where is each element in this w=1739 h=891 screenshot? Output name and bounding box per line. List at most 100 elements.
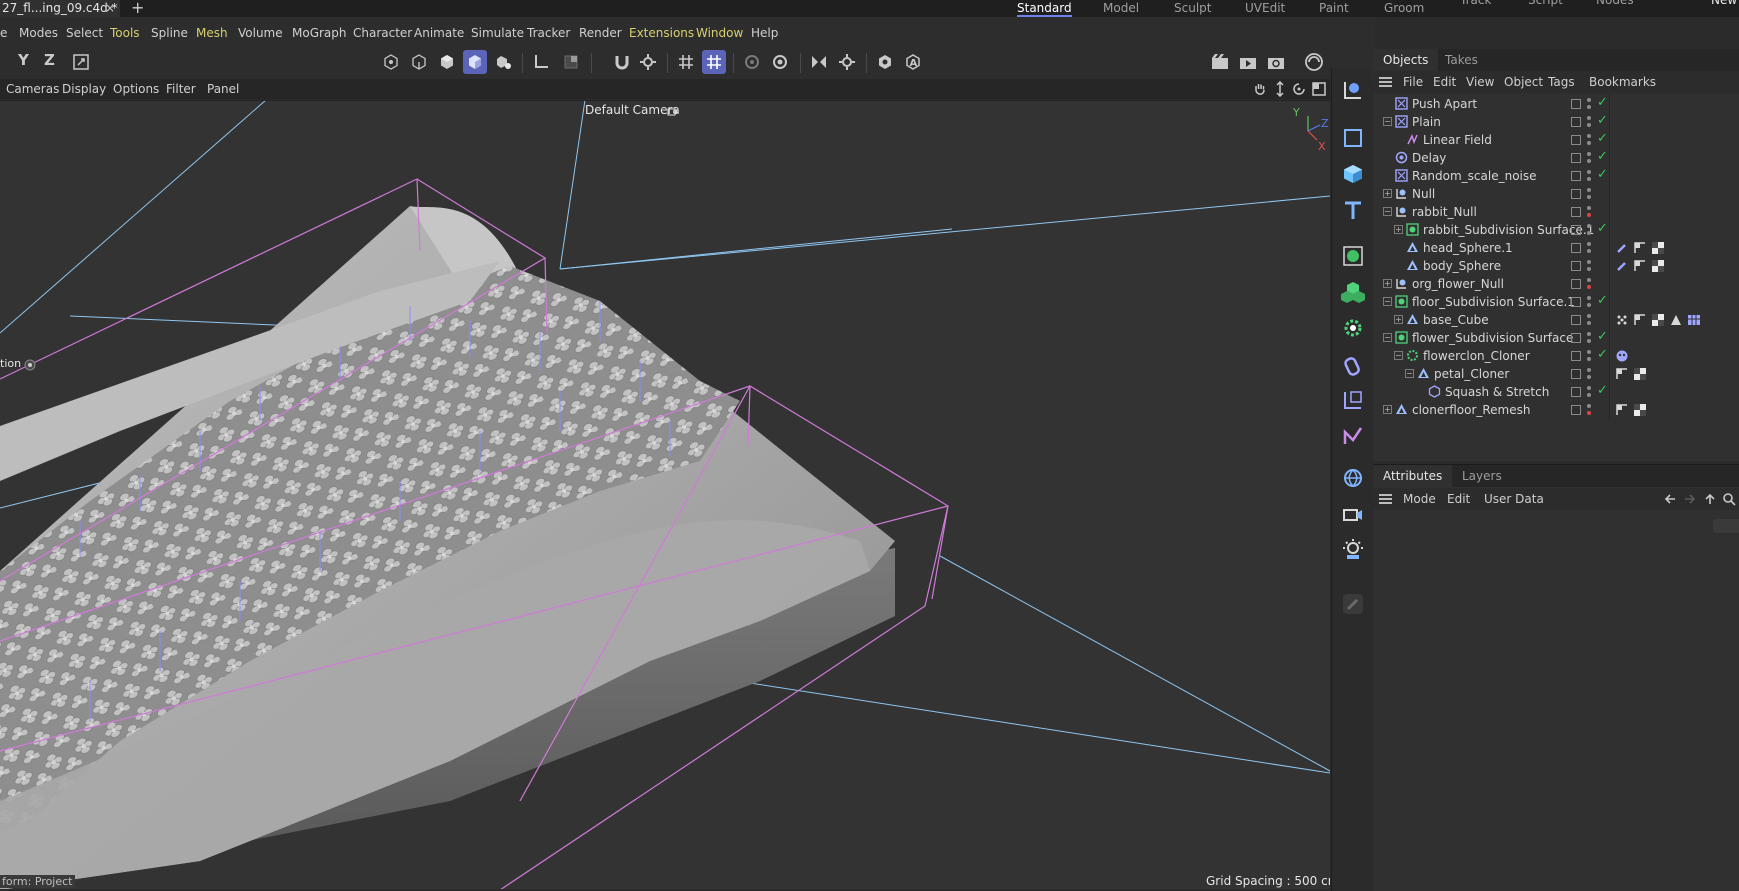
phong-tag-icon[interactable] [1634,314,1646,326]
material-tag-icon[interactable] [1652,242,1664,254]
expand-toggle-icon[interactable]: + [1383,405,1392,414]
tab-objects[interactable]: Objects [1373,49,1439,71]
close-tab-icon[interactable]: × [105,0,115,17]
add-tab-icon[interactable]: + [131,0,144,16]
menu-spline[interactable]: Spline [151,26,188,40]
viewport-menu-cameras[interactable]: Cameras [6,82,59,96]
material-tag-icon[interactable] [1634,404,1646,416]
expand-toggle-icon[interactable]: + [1394,225,1403,234]
polygons-mode-icon[interactable] [435,50,459,74]
object-name[interactable]: head_Sphere.1 [1423,241,1513,255]
editor-visibility-toggle[interactable] [1571,387,1581,397]
layout-tab-standard[interactable]: Standard [1017,0,1072,17]
enabled-check-icon[interactable]: ✓ [1597,95,1608,110]
edges-mode-icon[interactable] [407,50,431,74]
viewport-menu-filter[interactable]: Filter [166,82,196,96]
editor-visibility-toggle[interactable] [1571,117,1581,127]
object-row[interactable]: + base_Cube [1373,310,1739,330]
render-settings-icon[interactable] [1264,50,1288,74]
null-object-icon[interactable] [1339,76,1366,103]
enabled-check-icon[interactable]: ✓ [1597,113,1608,128]
attributes-menu-edit[interactable]: Edit [1447,492,1470,506]
material-tag-icon[interactable] [1652,260,1664,272]
object-name[interactable]: floor_Subdivision Surface.1 [1412,295,1575,309]
object-row[interactable]: − Plain ✓ [1373,112,1739,132]
object-row[interactable]: + clonerfloor_Remesh [1373,400,1739,420]
pen-tool-disabled-icon[interactable] [1339,590,1366,617]
menu-file[interactable]: e [0,26,7,40]
uvw-tag-icon[interactable] [1688,314,1700,326]
editor-visibility-toggle[interactable] [1571,351,1581,361]
layout-tab-script[interactable]: Script [1528,0,1563,9]
polygon-selection-tag-icon[interactable] [1670,314,1682,326]
visibility-dots[interactable] [1587,331,1591,345]
object-name[interactable]: rabbit_Null [1412,205,1477,219]
expand-toggle-icon[interactable]: + [1383,189,1392,198]
hud-lock-icon[interactable] [24,359,36,371]
object-name[interactable]: Push Apart [1412,97,1477,111]
expand-toggle-icon[interactable]: − [1383,207,1392,216]
phong-tag-icon[interactable] [1616,404,1628,416]
visibility-dots[interactable] [1587,349,1591,363]
expand-toggle-icon[interactable]: + [1383,279,1392,288]
effector-gear-icon[interactable] [1339,314,1366,341]
enabled-check-icon[interactable]: ✓ [1597,347,1608,362]
menu-animate[interactable]: Animate [414,26,464,40]
pan-hand-icon[interactable] [1252,81,1268,97]
editor-visibility-toggle[interactable] [1571,279,1581,289]
editor-visibility-toggle[interactable] [1571,297,1581,307]
symmetry-icon[interactable] [807,50,831,74]
coordinate-system-icon[interactable] [69,50,93,74]
object-row[interactable]: − flowerclon_Cloner ✓ [1373,346,1739,366]
pen-tag-icon[interactable] [1616,260,1628,272]
object-row[interactable]: head_Sphere.1 [1373,238,1739,258]
phong-tag-icon[interactable] [1634,242,1646,254]
y-axis-lock-button[interactable]: Y [18,51,29,69]
tab-layers[interactable]: Layers [1452,465,1512,487]
visibility-dots[interactable] [1587,187,1591,201]
object-name[interactable]: base_Cube [1423,313,1489,327]
enabled-check-icon[interactable]: ✓ [1597,293,1608,308]
solo-mode-icon[interactable] [873,50,897,74]
visibility-dots[interactable] [1587,115,1591,129]
3d-viewport[interactable]: Default Camera Y Z X tion Grid Spacing :… [0,100,1330,889]
layout-tab-nodes[interactable]: Nodes [1596,0,1634,9]
object-name[interactable]: body_Sphere [1423,259,1501,273]
camera-name-label[interactable]: Default Camera [585,103,680,117]
object-row[interactable]: + org_flower_Null [1373,274,1739,294]
object-row[interactable]: Push Apart ✓ [1373,94,1739,114]
expand-toggle-icon[interactable]: − [1383,333,1392,342]
object-name[interactable]: Delay [1412,151,1446,165]
rotate-camera-icon[interactable] [1291,81,1307,97]
x-axis-lock-icon[interactable]: / [0,50,6,74]
object-row[interactable]: − petal_Cloner [1373,364,1739,384]
editor-visibility-toggle[interactable] [1571,189,1581,199]
menu-mesh[interactable]: Mesh [196,26,228,40]
visibility-dots[interactable] [1587,403,1591,417]
enabled-check-icon[interactable]: ✓ [1597,221,1608,236]
phong-tag-icon[interactable] [1634,260,1646,272]
points-mode-icon[interactable] [379,50,403,74]
object-name[interactable]: clonerfloor_Remesh [1412,403,1530,417]
object-row[interactable]: − flower_Subdivision Surface ✓ [1373,328,1739,348]
uv-mode-icon[interactable] [491,50,515,74]
asset-browser-icon[interactable]: A [901,50,925,74]
enabled-check-icon[interactable]: ✓ [1597,131,1608,146]
visibility-dots[interactable] [1587,223,1591,237]
objects-menu-tags[interactable]: Tags [1548,75,1575,89]
menu-help[interactable]: Help [751,26,778,40]
editor-visibility-toggle[interactable] [1571,333,1581,343]
object-name[interactable]: Plain [1412,115,1441,129]
mograph-tag-icon[interactable] [1616,350,1628,362]
object-row[interactable]: + Null [1373,184,1739,204]
object-row[interactable]: Linear Field ✓ [1373,130,1739,150]
editor-visibility-toggle[interactable] [1571,171,1581,181]
expand-toggle-icon[interactable]: − [1383,297,1392,306]
axis-mode-icon[interactable] [529,50,553,74]
camera-tool-icon[interactable] [1339,500,1366,527]
menu-character[interactable]: Character [353,26,412,40]
render-view-icon[interactable] [1208,50,1232,74]
up-arrow-icon[interactable] [1703,492,1717,506]
attributes-menu-mode[interactable]: Mode [1403,492,1436,506]
object-name[interactable]: flower_Subdivision Surface [1412,331,1573,345]
